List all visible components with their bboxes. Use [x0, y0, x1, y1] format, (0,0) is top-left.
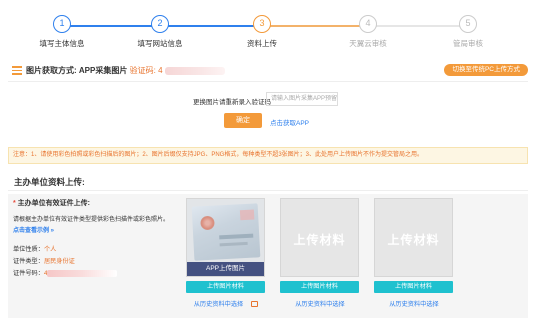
step-label: 天翼云审核 — [349, 39, 387, 48]
step-4: 4 天翼云审核 — [323, 15, 413, 49]
camera-icon[interactable] — [251, 301, 259, 308]
step-label: 填写网站信息 — [137, 39, 183, 48]
image-method-bar: 图片获取方式: APP采集图片 验证码: 4 切换至传统PC上传方式 — [8, 61, 528, 82]
cert-type-row: 证件类型：居民身份证 — [13, 258, 75, 265]
get-app-link[interactable]: 点击获取APP — [270, 117, 309, 127]
step-label: 资料上传 — [247, 39, 277, 48]
upload-card-1: APP上传图片 上传图片材料 从历史资料中选择 — [186, 198, 266, 308]
code-row: 更换图片请重新录入验证码 请输入图片采集APP预留 — [0, 92, 536, 108]
step-1: 1 填写主体信息 — [17, 15, 107, 49]
cert-no-row: 证件号码：4 — [13, 268, 183, 277]
method-name: APP采集图片 — [78, 66, 128, 75]
uploaded-image[interactable]: APP上传图片 — [186, 198, 265, 277]
redacted-id — [47, 269, 118, 277]
upload-panel: * 主办单位有效证件上传: 请根据主办单位有效证件类型提供彩色扫描件或彩色照片。… — [8, 194, 528, 318]
upload-image-button[interactable]: 上传图片材料 — [186, 281, 265, 293]
step-label: 管局审核 — [453, 39, 483, 48]
step-number: 3 — [253, 15, 271, 33]
step-3: 3 资料上传 — [217, 15, 307, 49]
method-text: 图片获取方式: APP采集图片 验证码: 4 — [26, 65, 225, 76]
requirement-desc: 请根据主办单位有效证件类型提供彩色扫描件或彩色照片。 — [13, 217, 170, 223]
history-select-link[interactable]: 从历史资料中选择 — [186, 299, 266, 308]
upload-card-3: 上传材料 上传图片材料 从历史资料中选择 — [374, 198, 454, 308]
unit-nature-row: 单位性质：个人 — [13, 246, 57, 253]
step-number: 1 — [53, 15, 71, 33]
upload-card-2: 上传材料 上传图片材料 从历史资料中选择 — [280, 198, 360, 308]
requirement-title: * 主办单位有效证件上传: — [13, 200, 91, 207]
step-5: 5 管局审核 — [423, 15, 513, 49]
step-number: 5 — [459, 15, 477, 33]
upload-image-button[interactable]: 上传图片材料 — [374, 281, 453, 293]
step-label: 填写主体信息 — [39, 39, 85, 48]
step-number: 2 — [151, 15, 169, 33]
code-label: 更换图片请重新录入验证码 — [193, 99, 271, 106]
requirement-info: * 主办单位有效证件上传: 请根据主办单位有效证件类型提供彩色扫描件或彩色照片。… — [13, 198, 183, 277]
list-icon — [12, 66, 22, 75]
verify-code-label: 验证码: — [129, 66, 156, 75]
placeholder-text: 上传材料 — [387, 233, 440, 247]
redacted-code — [164, 66, 225, 75]
step-number: 4 — [359, 15, 377, 33]
step-2: 2 填写网站信息 — [115, 15, 205, 49]
app-upload-caption: APP上传图片 — [187, 262, 264, 276]
upload-image-button[interactable]: 上传图片材料 — [280, 281, 359, 293]
notice-banner: 注意：1、请使用彩色拍照或彩色扫描后的图片；2、图片后缀仅支持JPG、PNG格式… — [8, 147, 528, 164]
placeholder-text: 上传材料 — [293, 233, 346, 247]
switch-pc-upload-button[interactable]: 切换至传统PC上传方式 — [444, 64, 528, 76]
history-select-link[interactable]: 从历史资料中选择 — [280, 299, 360, 308]
confirm-button[interactable]: 确定 — [224, 113, 262, 128]
upload-placeholder[interactable]: 上传材料 — [280, 198, 359, 277]
upload-placeholder[interactable]: 上传材料 — [374, 198, 453, 277]
id-document-photo — [191, 203, 261, 261]
step-progress: 1 填写主体信息 2 填写网站信息 3 资料上传 4 天翼云审核 5 管局审核 — [0, 0, 536, 56]
view-example-link[interactable]: 点击查看示例 » — [13, 225, 183, 234]
history-select-link[interactable]: 从历史资料中选择 — [374, 299, 454, 308]
verify-code-input[interactable]: 请输入图片采集APP预留 — [266, 92, 338, 106]
section-title: 主办单位资料上传: — [14, 177, 85, 187]
divider — [8, 190, 528, 191]
verify-code-value: 4 — [158, 66, 163, 75]
method-title: 图片获取方式: — [26, 66, 77, 75]
